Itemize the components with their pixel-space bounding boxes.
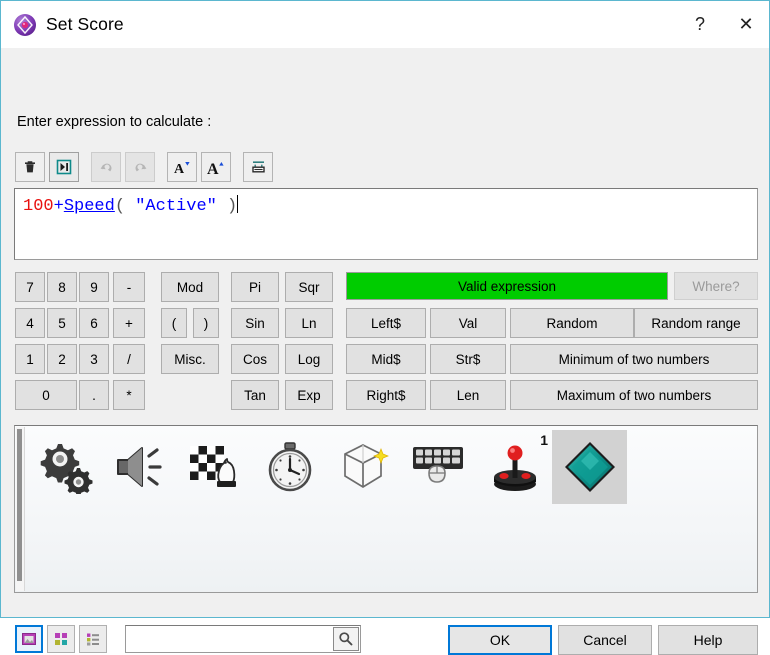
- expression-editor[interactable]: 100+Speed( "Active" ): [14, 188, 758, 260]
- title-bar: Set Score ? ✕: [1, 1, 769, 48]
- search-input[interactable]: [126, 631, 333, 647]
- key-tan[interactable]: Tan: [231, 380, 279, 410]
- delete-icon[interactable]: [15, 152, 45, 182]
- key-cos[interactable]: Cos: [231, 344, 279, 374]
- question-mark-icon: ?: [694, 14, 705, 34]
- keyboard-mouse-icon[interactable]: [402, 430, 477, 504]
- key-0[interactable]: 0: [15, 380, 77, 410]
- key-7[interactable]: 7: [15, 272, 45, 302]
- view-large-icons-button[interactable]: [15, 625, 43, 653]
- key-sin[interactable]: Sin: [231, 308, 279, 338]
- titlebar-help-button[interactable]: ?: [677, 1, 723, 48]
- fn-right[interactable]: Right$: [346, 380, 426, 410]
- key-pi[interactable]: Pi: [231, 272, 279, 302]
- timer-stopwatch-icon[interactable]: [252, 430, 327, 504]
- key-4[interactable]: 4: [15, 308, 45, 338]
- object-icon-list: 1: [27, 430, 627, 504]
- three-d-cube-icon[interactable]: [327, 430, 402, 504]
- key-log[interactable]: Log: [285, 344, 333, 374]
- where-button: Where?: [674, 272, 758, 300]
- expr-token-operator: +: [53, 197, 64, 216]
- key-sqr[interactable]: Sqr: [285, 272, 333, 302]
- fn-left[interactable]: Left$: [346, 308, 426, 338]
- key-plus[interactable]: +: [113, 308, 145, 338]
- expr-token-string: "Active": [135, 197, 217, 216]
- fn-random[interactable]: Random: [510, 308, 634, 338]
- joystick-badge: 1: [540, 432, 548, 448]
- undo-icon: [91, 152, 121, 182]
- dialog-body: Enter expression to calculate : A A 100+…: [1, 48, 769, 655]
- fn-mid[interactable]: Mid$: [346, 344, 426, 374]
- expr-token-close-paren: ): [216, 197, 238, 216]
- key-exp[interactable]: Exp: [285, 380, 333, 410]
- insert-icon[interactable]: [49, 152, 79, 182]
- view-small-icons-button[interactable]: [47, 625, 75, 653]
- fn-minimum-of-two-numbers[interactable]: Minimum of two numbers: [510, 344, 758, 374]
- redo-icon: [125, 152, 155, 182]
- strip-scrollbar[interactable]: [16, 427, 25, 591]
- fn-str[interactable]: Str$: [430, 344, 506, 374]
- key-3[interactable]: 3: [79, 344, 109, 374]
- joystick-icon[interactable]: 1: [477, 430, 552, 504]
- strip-scrollbar-thumb[interactable]: [17, 429, 22, 581]
- set-score-dialog: Set Score ? ✕ Enter expression to calcul…: [0, 0, 770, 655]
- expression-toolbar: A A: [15, 152, 273, 182]
- key-1[interactable]: 1: [15, 344, 45, 374]
- search-icon[interactable]: [333, 627, 359, 651]
- settings-gears-icon[interactable]: [27, 430, 102, 504]
- cancel-button[interactable]: Cancel: [558, 625, 652, 655]
- window-title: Set Score: [46, 14, 124, 34]
- view-list-button[interactable]: [79, 625, 107, 653]
- diamond-object-icon[interactable]: [552, 430, 627, 504]
- app-diamond-icon: [13, 13, 37, 37]
- key-minus[interactable]: -: [113, 272, 145, 302]
- svg-text:A: A: [207, 161, 219, 176]
- expr-token-number: 100: [23, 197, 54, 216]
- fn-len[interactable]: Len: [430, 380, 506, 410]
- text-caret: [237, 195, 239, 213]
- key-misc[interactable]: Misc.: [161, 344, 219, 374]
- titlebar-close-button[interactable]: ✕: [723, 1, 769, 48]
- fn-maximum-of-two-numbers[interactable]: Maximum of two numbers: [510, 380, 758, 410]
- font-increase-icon[interactable]: A: [201, 152, 231, 182]
- ok-button[interactable]: OK: [448, 625, 552, 655]
- expr-token-function: Speed: [63, 197, 115, 216]
- status-badge: Valid expression: [346, 272, 668, 300]
- expr-token-open-paren: (: [114, 197, 136, 216]
- key-mod[interactable]: Mod: [161, 272, 219, 302]
- key-close-paren[interactable]: ): [193, 308, 219, 338]
- prompt-label: Enter expression to calculate :: [17, 114, 212, 130]
- object-icon-strip: 1: [14, 425, 758, 593]
- wrap-toggle-icon[interactable]: [243, 152, 273, 182]
- expression-text: 100+Speed( "Active" ): [23, 195, 749, 217]
- key-2[interactable]: 2: [47, 344, 77, 374]
- key-decimal-point[interactable]: .: [79, 380, 109, 410]
- key-divide[interactable]: /: [113, 344, 145, 374]
- key-8[interactable]: 8: [47, 272, 77, 302]
- key-ln[interactable]: Ln: [285, 308, 333, 338]
- board-game-icon[interactable]: [177, 430, 252, 504]
- key-open-paren[interactable]: (: [161, 308, 187, 338]
- font-decrease-icon[interactable]: A: [167, 152, 197, 182]
- search-box[interactable]: [125, 625, 361, 653]
- help-button[interactable]: Help: [658, 625, 758, 655]
- key-5[interactable]: 5: [47, 308, 77, 338]
- fn-val[interactable]: Val: [430, 308, 506, 338]
- sound-speaker-icon[interactable]: [102, 430, 177, 504]
- key-6[interactable]: 6: [79, 308, 109, 338]
- close-icon: ✕: [738, 14, 754, 34]
- svg-text:A: A: [174, 162, 185, 176]
- key-9[interactable]: 9: [79, 272, 109, 302]
- fn-random-range[interactable]: Random range: [634, 308, 758, 338]
- key-multiply[interactable]: *: [113, 380, 145, 410]
